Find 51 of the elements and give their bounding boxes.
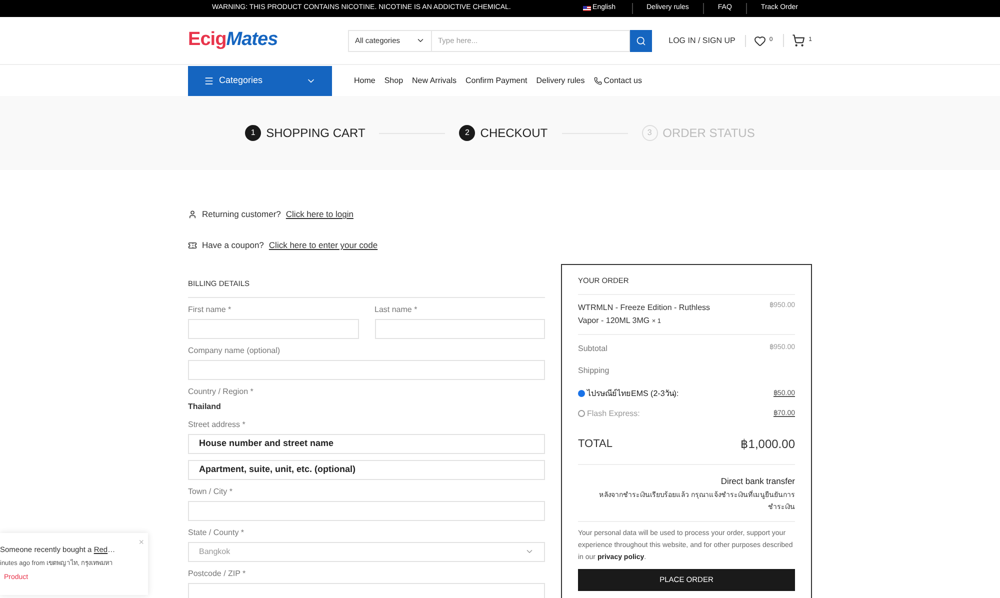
field-label: First name *: [188, 304, 232, 316]
phone-icon: [594, 76, 602, 84]
nav-link[interactable]: Home: [354, 74, 376, 86]
nav-link[interactable]: Confirm Payment: [465, 74, 528, 86]
shipping-option: Flash Express:: [587, 408, 640, 420]
notice-link[interactable]: Click here to login: [286, 208, 354, 221]
field-label: Street address *: [188, 418, 246, 431]
total-label: TOTAL: [578, 436, 612, 452]
field-label: Postcode / ZIP *: [188, 568, 247, 580]
notice-text: Have a coupon?: [202, 238, 264, 252]
logo[interactable]: EcigMates: [188, 26, 348, 55]
checkout-step: 1 SHOPPING CART: [245, 124, 366, 142]
field-label: Town / City *: [188, 486, 234, 498]
field-label: Country / Region *: [188, 386, 254, 398]
ticket-icon: [188, 240, 197, 250]
nav-link[interactable]: Shop: [384, 74, 404, 86]
input-field[interactable]: House number and street name: [188, 434, 545, 454]
user-icon: [188, 210, 197, 219]
menu-icon: [204, 76, 214, 86]
input-field[interactable]: [374, 318, 545, 339]
shipping-label: Shipping: [578, 364, 610, 377]
search-button[interactable]: [630, 30, 652, 52]
shipping-option: ไปรษณีย์ไทยEMS (2-3วัน):: [587, 388, 679, 400]
input-field[interactable]: Apartment, suite, unit, etc. (optional): [188, 460, 545, 480]
input-field[interactable]: [188, 500, 545, 521]
checkout-step: 3 ORDER STATUS: [642, 124, 755, 142]
shipping-radio[interactable]: [578, 390, 585, 398]
input-field[interactable]: [188, 360, 545, 380]
input-field[interactable]: [188, 318, 358, 339]
search-icon: [636, 36, 646, 46]
notice-link[interactable]: Click here to enter your code: [268, 238, 378, 252]
nav-link[interactable]: New Arrivals: [412, 74, 456, 86]
heart-icon[interactable]: [754, 34, 766, 46]
country-value: Thailand: [188, 400, 222, 413]
total-value: ฿1,000.00: [740, 436, 795, 453]
field-label: Last name *: [374, 304, 418, 316]
nav-link[interactable]: Contact us: [594, 74, 642, 86]
field-label: State / County *: [188, 526, 246, 539]
field-label: Company name (optional): [188, 344, 282, 357]
cart-icon[interactable]: [792, 34, 805, 47]
payment-method: Direct bank transfer: [720, 474, 795, 488]
shipping-radio[interactable]: [578, 410, 585, 418]
notice-text: Returning customer?: [202, 208, 281, 221]
categories-button[interactable]: Categories: [188, 66, 332, 96]
login-link[interactable]: LOG IN / SIGN UP: [668, 34, 736, 46]
input-field[interactable]: [188, 582, 545, 598]
nav-link[interactable]: Delivery rules: [536, 74, 585, 86]
flag-icon: [582, 6, 591, 11]
subtotal-label: Subtotal: [578, 342, 608, 355]
checkout-step: 2 CHECKOUT: [459, 124, 548, 142]
chevron-down-icon: [416, 36, 425, 45]
